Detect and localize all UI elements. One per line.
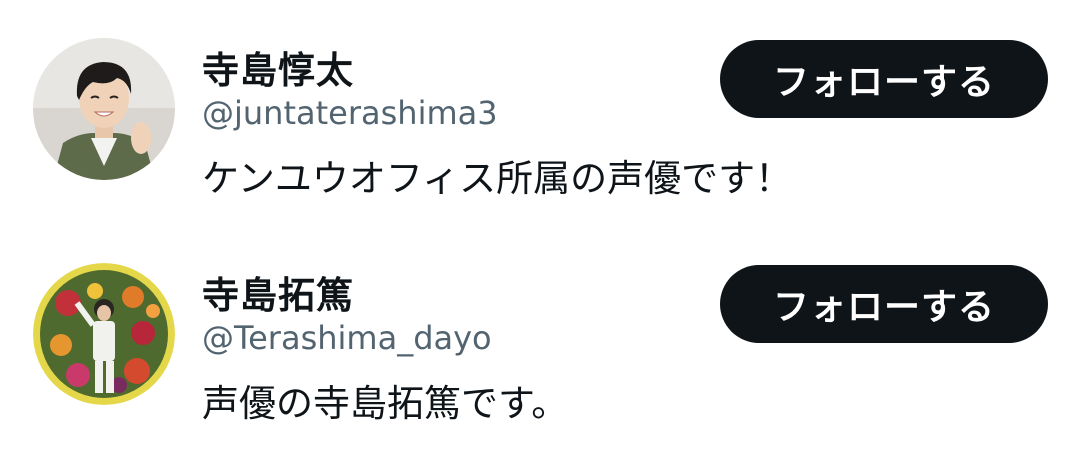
avatar[interactable] [33, 38, 175, 180]
user-name[interactable]: 寺島拓篤 [202, 265, 354, 319]
user-handle[interactable]: @juntaterashima3 [202, 94, 498, 132]
follow-button[interactable]: フォローする [720, 40, 1048, 118]
user-handle[interactable]: @Terashima_dayo [202, 319, 492, 357]
avatar-photo [33, 263, 175, 405]
user-name[interactable]: 寺島惇太 [202, 40, 354, 94]
user-bio: 声優の寺島拓篤です。 [202, 382, 569, 425]
user-bio: ケンユウオフィス所属の声優です！ [202, 157, 793, 200]
user-card[interactable]: 寺島惇太 @juntaterashima3 ケンユウオフィス所属の声優です！ フ… [0, 30, 1080, 230]
avatar[interactable] [33, 263, 175, 405]
avatar-photo [33, 38, 175, 180]
user-card[interactable]: 寺島拓篤 @Terashima_dayo 声優の寺島拓篤です。 フォローする [0, 255, 1080, 455]
follow-button[interactable]: フォローする [720, 265, 1048, 343]
